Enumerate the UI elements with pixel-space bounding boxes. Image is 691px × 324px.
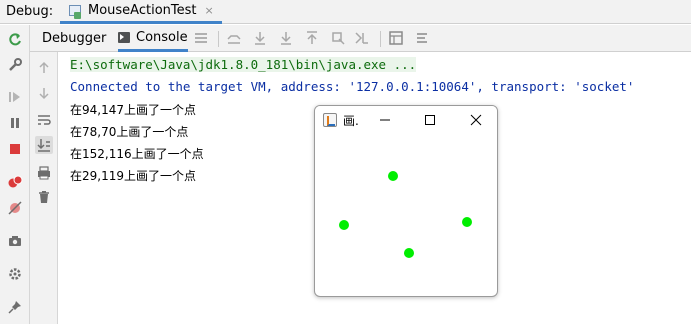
console-output-line: 在78,70上画了一个点	[70, 125, 189, 139]
evaluate-expression-icon[interactable]	[388, 30, 404, 46]
run-config-icon	[68, 4, 82, 19]
step-into-icon[interactable]	[278, 30, 294, 46]
step-out-icon[interactable]	[304, 30, 320, 46]
mute-breakpoints-icon[interactable]	[6, 199, 24, 217]
tab-console-label: Console	[136, 29, 188, 45]
camera-icon[interactable]	[6, 232, 24, 250]
drawn-point	[404, 248, 414, 258]
console-output-line: 在152,116上画了一个点	[70, 147, 204, 161]
drop-frame-icon[interactable]	[330, 30, 346, 46]
show-execution-point-icon[interactable]	[226, 30, 242, 46]
wrench-icon[interactable]	[6, 56, 24, 74]
run-config-tab[interactable]: MouseActionTest ×	[60, 0, 222, 24]
up-arrow-icon[interactable]	[35, 59, 53, 77]
window-title: 画.	[343, 114, 359, 128]
trash-icon[interactable]	[35, 188, 53, 206]
close-tab-icon[interactable]: ×	[205, 4, 214, 17]
console-connected-line: Connected to the target VM, address: '12…	[70, 79, 635, 94]
console-command-line: E:\software\Java\jdk1.8.0_181\bin\java.e…	[70, 57, 417, 72]
drawn-point	[388, 171, 398, 181]
menu-icon[interactable]	[193, 30, 209, 46]
settings-icon[interactable]	[6, 265, 24, 283]
pin-icon[interactable]	[6, 298, 24, 316]
print-icon[interactable]	[35, 164, 53, 182]
console-output-line: 在29,119上画了一个点	[70, 169, 196, 183]
trace-stream-icon[interactable]	[414, 30, 430, 46]
stop-icon[interactable]	[6, 140, 24, 158]
tab-console[interactable]: Console	[118, 25, 188, 52]
step-over-icon[interactable]	[252, 30, 268, 46]
scroll-to-end-icon[interactable]	[35, 136, 53, 154]
run-config-tab-label: MouseActionTest	[88, 3, 197, 18]
swing-window[interactable]: 画.	[314, 105, 498, 297]
debug-subtab-bar: Debugger Console	[30, 25, 691, 52]
drawn-point	[339, 220, 349, 230]
view-breakpoints-icon[interactable]	[6, 173, 24, 191]
java-app-icon	[323, 113, 337, 127]
debug-tool-window-header: Debug: MouseActionTest ×	[0, 0, 691, 24]
debug-left-toolbar	[0, 25, 30, 324]
console-output-line: 在94,147上画了一个点	[70, 103, 196, 117]
minimize-icon[interactable]	[375, 110, 395, 130]
console-icon	[118, 31, 130, 43]
close-window-icon[interactable]	[466, 110, 486, 130]
soft-wrap-icon[interactable]	[35, 111, 53, 129]
rerun-icon[interactable]	[6, 31, 24, 49]
drawing-canvas[interactable]	[315, 134, 497, 296]
tab-debugger-label: Debugger	[42, 31, 107, 46]
run-to-cursor-icon[interactable]	[354, 30, 370, 46]
pause-icon[interactable]	[6, 114, 24, 132]
debug-label: Debug:	[6, 4, 54, 19]
maximize-icon[interactable]	[420, 110, 440, 130]
down-arrow-icon[interactable]	[35, 84, 53, 102]
resume-icon[interactable]	[6, 88, 24, 106]
console-side-toolbar	[30, 52, 58, 324]
drawn-point	[462, 217, 472, 227]
tab-debugger[interactable]: Debugger	[42, 25, 106, 52]
window-titlebar[interactable]: 画.	[315, 106, 497, 134]
